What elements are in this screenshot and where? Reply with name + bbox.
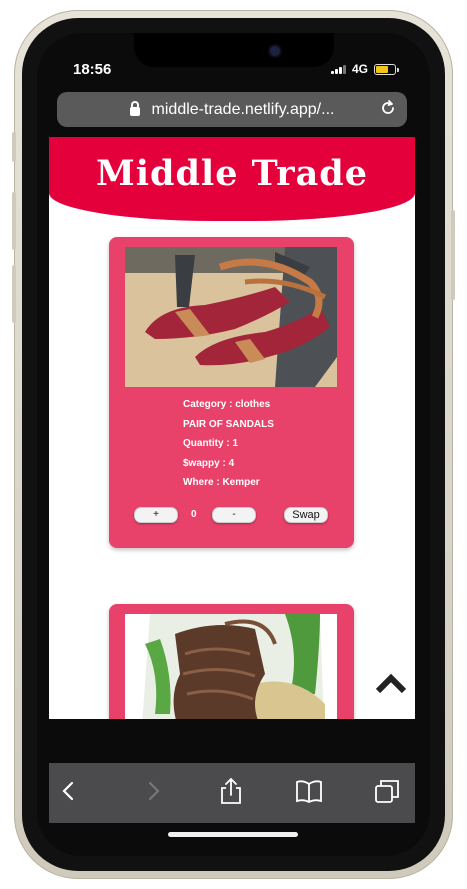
front-camera [270, 46, 280, 56]
status-time: 18:56 [73, 61, 112, 78]
item-details: Category : clothes PAIR OF SANDALS Quant… [183, 395, 274, 493]
url-text: middle-trade.netlify.app/... [151, 100, 335, 118]
tabs-icon[interactable] [373, 777, 401, 805]
site-header: Middle Trade [49, 137, 415, 221]
item-swappy: $wappy : 4 [183, 457, 235, 469]
item-name: PAIR OF SANDALS [183, 418, 274, 430]
volume-up-button [12, 192, 16, 250]
swap-count: 0 [191, 509, 197, 520]
phone-screen: 18:56 4G middle-trade.netlify.app/... Mi… [37, 33, 430, 856]
home-indicator [168, 832, 298, 837]
signal-icon [330, 64, 346, 74]
share-icon[interactable] [217, 777, 245, 805]
item-image-sandals [125, 247, 337, 387]
forward-arrow-icon[interactable] [139, 777, 167, 805]
decrement-button[interactable]: - [212, 507, 256, 523]
item-quantity: Quantity : 1 [183, 438, 239, 449]
browser-toolbar [49, 763, 415, 823]
item-card [109, 604, 354, 719]
book-icon[interactable] [295, 777, 323, 805]
swap-button[interactable]: Swap [284, 507, 328, 523]
item-category: Category : clothes [183, 399, 271, 410]
volume-down-button [12, 265, 16, 323]
power-button [451, 210, 455, 300]
notch [134, 33, 334, 67]
item-card: Category : clothes PAIR OF SANDALS Quant… [109, 237, 354, 548]
item-location: Where : Kemper [183, 477, 260, 488]
status-indicators: 4G [330, 62, 399, 76]
reload-icon[interactable] [379, 99, 397, 117]
web-content: Middle Trade Category: clothes PAIR OF … [49, 137, 415, 719]
increment-button[interactable]: + [134, 507, 178, 523]
network-label: 4G [351, 62, 368, 76]
site-title: Middle Trade [95, 153, 369, 194]
back-arrow-icon[interactable] [55, 777, 83, 805]
chevron-up-icon[interactable] [374, 671, 408, 695]
lock-icon [129, 101, 140, 116]
item-image-boots [125, 614, 337, 719]
url-bar[interactable]: middle-trade.netlify.app/... [57, 92, 407, 127]
battery-icon [374, 63, 399, 75]
mute-switch [12, 132, 16, 162]
